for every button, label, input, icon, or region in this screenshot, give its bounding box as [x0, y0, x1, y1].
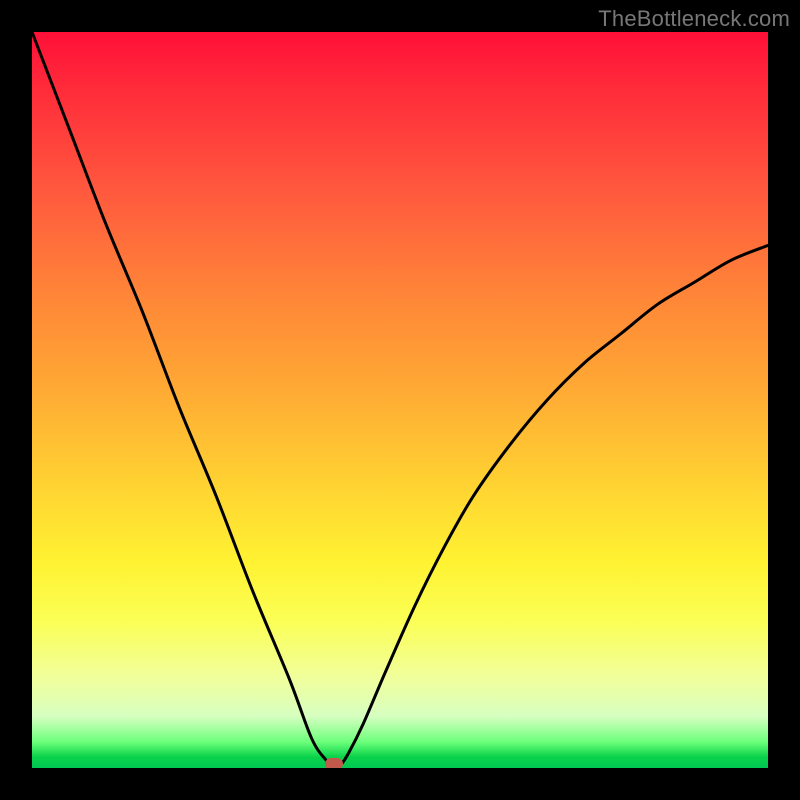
- minimum-marker: [325, 758, 343, 768]
- plot-area: [32, 32, 768, 768]
- curve-svg: [32, 32, 768, 768]
- watermark-text: TheBottleneck.com: [598, 6, 790, 32]
- chart-frame: TheBottleneck.com: [0, 0, 800, 800]
- bottleneck-curve: [32, 32, 768, 768]
